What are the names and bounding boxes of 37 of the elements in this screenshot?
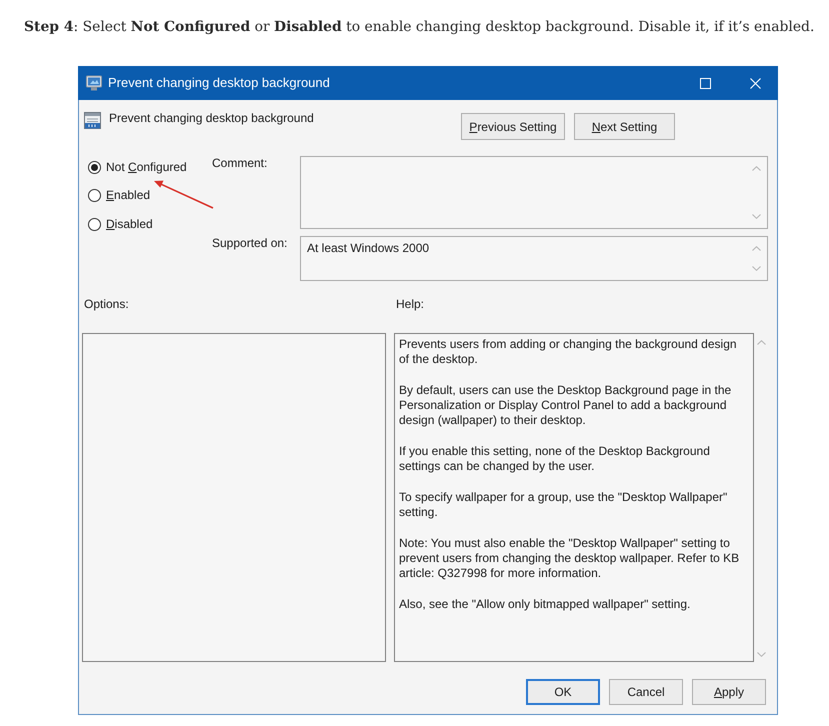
- help-paragraph: Note: You must also enable the "Desktop Wallpaper" setting to prevent users from changing the desktop wallpaper. Refer to KB article: Q327998 for more information.: [399, 536, 740, 582]
- dialog-button[interactable]: Cancel: [609, 679, 683, 705]
- document-icon: [84, 112, 101, 129]
- comment-label: Comment:: [212, 156, 268, 171]
- scroll-down-icon[interactable]: [752, 266, 761, 271]
- window-title: Prevent changing desktop background: [108, 75, 330, 91]
- scroll-up-icon[interactable]: [752, 246, 761, 251]
- computer-icon: [86, 75, 102, 91]
- maximize-icon: [700, 78, 710, 88]
- help-paragraph: If you enable this setting, none of the Desktop Background settings can be changed by the user.: [399, 444, 711, 475]
- supported-on-field[interactable]: At least Windows 2000: [300, 236, 768, 281]
- comment-field[interactable]: [300, 156, 768, 229]
- help-paragraph: To specify wallpaper for a group, use the "Desktop Wallpaper" setting.: [399, 490, 728, 521]
- radio-indicator[interactable]: [88, 160, 101, 174]
- instruction-text: Step 4: Select Not Configured or Disabled to enable changing desktop background. Disable it, if it’s enabled.: [24, 18, 814, 37]
- annotation-arrow: [154, 180, 214, 209]
- close-icon: [750, 78, 760, 88]
- radio-button[interactable]: Not Configured: [88, 156, 187, 178]
- dialog-button[interactable]: Apply: [692, 679, 766, 705]
- help-label: Help:: [395, 297, 424, 312]
- supported-on-label: Supported on:: [212, 236, 288, 251]
- help-paragraph: Also, see the "Allow only bitmapped wallpaper" setting.: [399, 597, 692, 612]
- radio-button[interactable]: Disabled: [88, 213, 153, 235]
- scroll-up-icon[interactable]: [752, 166, 761, 171]
- radio-button[interactable]: Enabled: [88, 184, 150, 206]
- setting-title: Prevent changing desktop background: [109, 111, 314, 126]
- radio-indicator[interactable]: [88, 218, 101, 230]
- scroll-down-icon[interactable]: [757, 652, 766, 657]
- help-paragraph: By default, users can use the Desktop Background page in the Personalization or Display Control Panel to add a background design (wallpaper) to their desktop.: [399, 382, 732, 429]
- setting-nav-button[interactable]: Next Setting: [574, 113, 675, 140]
- options-label: Options:: [83, 297, 129, 312]
- scroll-down-icon[interactable]: [752, 214, 761, 219]
- scroll-up-icon[interactable]: [757, 340, 766, 345]
- radio-indicator[interactable]: [88, 189, 101, 202]
- dialog-button[interactable]: OK: [526, 679, 600, 705]
- help-paragraph: Prevents users from adding or changing the background design of the desktop.: [399, 337, 738, 368]
- setting-nav-button[interactable]: Previous Setting: [461, 113, 565, 140]
